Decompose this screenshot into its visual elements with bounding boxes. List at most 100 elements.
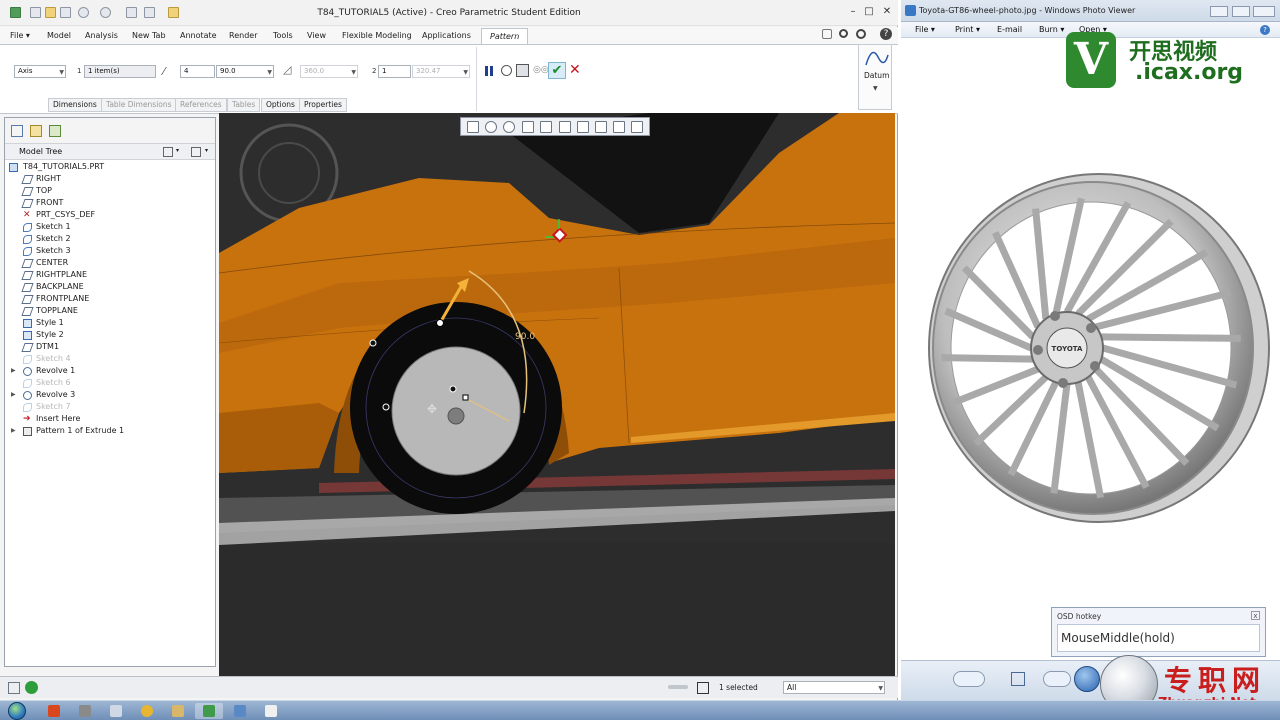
tab-file[interactable]: File ▾ (10, 31, 30, 40)
graphics-viewport[interactable]: 90.0 ✥ (219, 113, 895, 676)
maximize-button[interactable]: □ (862, 6, 876, 18)
show-navigator-icon[interactable] (8, 682, 20, 694)
car-model-render[interactable]: 90.0 ✥ (219, 113, 895, 676)
model-tree-tab-icon[interactable] (11, 125, 23, 137)
window-layout-icon[interactable] (822, 29, 832, 39)
tab-tools[interactable]: Tools (273, 31, 293, 40)
tree-settings-dropdown-icon[interactable]: ▾ (176, 147, 179, 154)
selection-filter-select[interactable]: All ▼ (783, 681, 885, 694)
regen-progress-icon (668, 685, 688, 689)
refit-icon[interactable] (467, 121, 479, 133)
expand-arrow-icon[interactable]: ▶ (11, 425, 16, 437)
favorites-tab-icon[interactable] (49, 125, 61, 137)
pv-help-icon[interactable]: ? (1260, 25, 1270, 35)
datum-group[interactable]: Datum ▼ (858, 44, 892, 110)
revolve-icon (23, 367, 32, 376)
tab-analysis[interactable]: Analysis (85, 31, 118, 40)
member-angle-input[interactable]: 90.0 ▼ (216, 65, 274, 78)
tab-model[interactable]: Model (47, 31, 71, 40)
no-preview-icon[interactable] (501, 65, 512, 76)
drag-handle-1[interactable] (436, 319, 444, 327)
explorer-icon (110, 705, 122, 717)
verify-glasses-icon[interactable]: ◎◎ (533, 65, 549, 75)
osd-close-icon[interactable]: x (1251, 611, 1260, 620)
pause-icon[interactable] (484, 66, 494, 77)
dir1-items-collector[interactable]: 1 item(s) (84, 65, 156, 78)
tab-pattern[interactable]: Pattern (481, 28, 529, 44)
photo-viewer-title: Toyota-GT86-wheel-photo.jpg - Windows Ph… (919, 6, 1136, 15)
tab-render[interactable]: Render (229, 31, 257, 40)
wheel-photo[interactable]: TOYOTA (903, 168, 1278, 526)
expand-arrow-icon[interactable]: ▶ (11, 389, 16, 401)
dir2-members-input[interactable]: 1 (378, 65, 411, 78)
subtab-references[interactable]: References (175, 98, 227, 112)
taskbar-app[interactable] (226, 703, 254, 719)
smart-filter-icon[interactable] (697, 682, 709, 694)
tab-applications[interactable]: Applications (422, 31, 471, 40)
pv-minimize-button[interactable] (1210, 6, 1228, 17)
slideshow-icon[interactable] (1074, 666, 1100, 692)
datum-dropdown-icon[interactable]: ▼ (873, 85, 878, 92)
member-count-input[interactable]: 4 (180, 65, 215, 78)
minimize-button[interactable]: – (846, 6, 860, 18)
zoom-in-icon[interactable] (485, 121, 497, 133)
pattern-type-select[interactable]: Axis ▼ (14, 65, 66, 78)
drag-handle-2[interactable] (369, 339, 377, 347)
zoom-icon[interactable] (953, 671, 985, 687)
drag-handle-3[interactable] (382, 403, 390, 411)
subtab-table-dimensions[interactable]: Table Dimensions (101, 98, 177, 112)
show-browser-icon[interactable] (25, 681, 38, 694)
start-button[interactable] (8, 702, 26, 720)
zoom-out-icon[interactable] (503, 121, 515, 133)
subtab-options[interactable]: Options (261, 98, 300, 112)
drag-handle-5[interactable] (462, 394, 469, 401)
help-icon[interactable]: ? (880, 28, 892, 40)
pv-menu-print[interactable]: Print ▾ (955, 25, 980, 34)
repaint-icon[interactable] (522, 121, 534, 133)
angular-extent-icon[interactable]: ◿ (283, 63, 291, 76)
previous-icon[interactable] (1043, 671, 1071, 687)
subtab-properties[interactable]: Properties (299, 98, 347, 112)
pv-close-button[interactable] (1253, 6, 1275, 17)
flip-direction-icon[interactable]: ⁄ (163, 65, 165, 78)
pv-menu-file[interactable]: File ▾ (915, 25, 935, 34)
spin-center-icon[interactable] (613, 121, 625, 133)
pv-maximize-button[interactable] (1232, 6, 1250, 17)
settings-icon[interactable] (856, 29, 866, 39)
saved-orientations-icon[interactable] (559, 121, 571, 133)
subtab-dimensions[interactable]: Dimensions (48, 98, 102, 112)
subtab-tables[interactable]: Tables (227, 98, 261, 112)
pv-menu-email[interactable]: E-mail (997, 25, 1022, 34)
taskbar-app[interactable] (40, 703, 68, 719)
tree-item-label: BACKPLANE (36, 282, 84, 291)
annotation-display-icon[interactable] (631, 121, 643, 133)
tree-columns-dropdown-icon[interactable]: ▾ (205, 147, 208, 154)
tab-annotate[interactable]: Annotate (180, 31, 217, 40)
close-button[interactable]: ✕ (880, 6, 894, 18)
taskbar-app[interactable] (133, 703, 161, 719)
cancel-x-icon[interactable]: ✕ (569, 62, 581, 78)
layer-tree-tab-icon[interactable] (30, 125, 42, 137)
expand-arrow-icon[interactable]: ▶ (11, 365, 16, 377)
datum-display-icon[interactable] (595, 121, 607, 133)
tree-columns-icon[interactable] (191, 147, 201, 157)
drag-handle-4[interactable] (449, 385, 457, 393)
angle-dimension-label[interactable]: 90.0 (515, 332, 535, 342)
taskbar-app[interactable] (71, 703, 99, 719)
ok-checkmark-icon[interactable]: ✔ (548, 62, 566, 79)
taskbar-app[interactable] (102, 703, 130, 719)
tree-settings-icon[interactable] (163, 147, 173, 157)
search-icon[interactable] (839, 29, 848, 38)
tab-new-tab[interactable]: New Tab (132, 31, 166, 40)
taskbar-app[interactable] (257, 703, 285, 719)
taskbar-app[interactable] (195, 703, 223, 719)
tab-flexible-modeling[interactable]: Flexible Modeling (342, 31, 412, 40)
actual-size-icon[interactable] (1011, 672, 1025, 686)
geometry-preview-icon[interactable] (516, 64, 529, 77)
tab-view[interactable]: View (307, 31, 326, 40)
pv-menu-burn[interactable]: Burn ▾ (1039, 25, 1064, 34)
sketch-icon (23, 223, 32, 232)
taskbar-app[interactable] (164, 703, 192, 719)
view-manager-icon[interactable] (577, 121, 589, 133)
display-style-icon[interactable] (540, 121, 552, 133)
